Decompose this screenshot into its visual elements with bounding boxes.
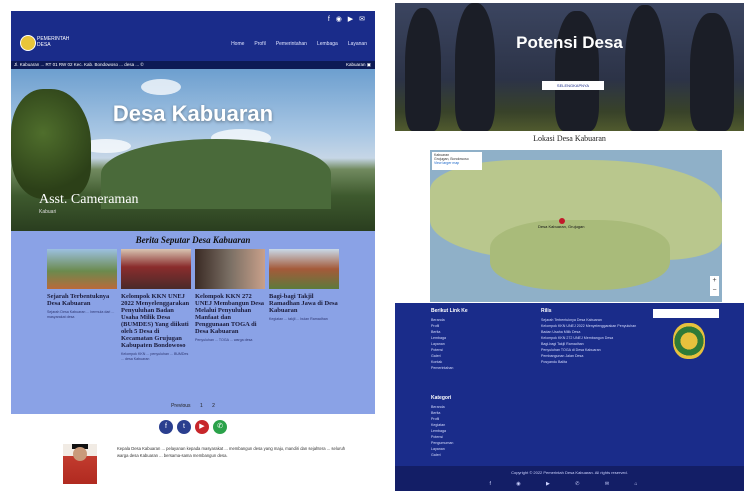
- nav-item-lembaga[interactable]: Lembaga: [317, 41, 338, 47]
- news-image[interactable]: [195, 249, 265, 289]
- news-card[interactable]: Kelompok KKN UNEJ 2022 Menyelenggarakan …: [121, 249, 191, 361]
- social-links: f t ▶ ✆: [159, 420, 227, 434]
- news-title[interactable]: Kelompok KKN UNEJ 2022 Menyelenggarakan …: [121, 293, 191, 349]
- footer-rilis-list: Sejarah Terbentuknya Desa Kabuaran Kelom…: [541, 317, 646, 365]
- map-larger-link[interactable]: View larger map: [434, 161, 480, 165]
- person-silhouette: [625, 5, 665, 131]
- news-heading: Berita Seputar Desa Kabuaran: [135, 235, 251, 245]
- copyright-social-icons[interactable]: f ◉ ▶ ✆ ✉ ⌂: [395, 481, 744, 487]
- face-shape: [73, 447, 87, 461]
- twitter-icon[interactable]: t: [177, 420, 191, 434]
- footer-links-title: Berikut Link Ke: [431, 308, 468, 314]
- ticker-text: Jl. Kabuaran ... RT 01 RW 02 Kec. Kab. B…: [14, 62, 144, 67]
- footer-link[interactable]: Pemerintahan: [431, 365, 453, 371]
- zoom-out-button[interactable]: −: [710, 286, 719, 296]
- footer-category-list: Beranda Berita Profil Kegiatan Lembaga P…: [431, 404, 453, 458]
- news-excerpt: Sejarah Desa Kabuaran ... bermula dari .…: [47, 310, 115, 319]
- news-title[interactable]: Bagi-bagi Takjil Ramadhan Jawa di Desa K…: [269, 293, 339, 314]
- footer-links-list: Beranda Profil Berita Lembaga Layanan Po…: [431, 317, 453, 371]
- whatsapp-icon[interactable]: ✆: [213, 420, 227, 434]
- hero-banner: Desa Kabuaran Asst. Cameraman Kabuari: [11, 69, 375, 231]
- potensi-more-button[interactable]: SELENGKAPNYA: [542, 81, 604, 90]
- hero-caption: Asst. Cameraman: [39, 192, 139, 207]
- nav-item-profil[interactable]: Profil: [254, 41, 265, 47]
- news-card[interactable]: Bagi-bagi Takjil Ramadhan Jawa di Desa K…: [269, 249, 339, 322]
- brand-line-2: DESA: [37, 42, 51, 48]
- village-logo-icon[interactable]: [20, 35, 36, 51]
- location-map[interactable]: Kabuaran Grujugan, Bondowoso View larger…: [430, 150, 722, 302]
- ticker-right: Kabuaran ▣: [345, 62, 371, 67]
- hero-title: Desa Kabuaran: [112, 101, 274, 126]
- site-brand[interactable]: PEMERINTAH DESA: [37, 36, 69, 48]
- pager-prev[interactable]: Previous: [171, 403, 190, 409]
- news-excerpt: Kelompok KKN ... penyuluhan ... BUMDes .…: [121, 352, 189, 361]
- person-silhouette: [455, 3, 495, 131]
- footer-category-title: Kategori: [431, 395, 452, 401]
- footer-rilis-item[interactable]: Posyandu Balita: [541, 359, 646, 365]
- top-social-icons[interactable]: f ◉ ▶ ✉: [328, 15, 367, 23]
- footer-rilis-title: Rilis: [541, 308, 552, 314]
- village-head-bio: Kepala Desa Kabuaran ... pelayanan kepad…: [117, 446, 346, 458]
- site-footer: Berikut Link Ke Beranda Profil Berita Le…: [395, 303, 744, 466]
- news-card[interactable]: Kelompok KKN 272 UNEJ Membangun Desa Mel…: [195, 249, 265, 343]
- copyright-text: Copyright © 2022 Pemerintah Desa Kabuara…: [511, 470, 628, 475]
- facebook-icon[interactable]: f: [159, 420, 173, 434]
- hero-caption-sub: Kabuari: [39, 209, 57, 215]
- footer-search-input[interactable]: [653, 309, 719, 318]
- map-pin-label: Desa Kabuaran, Grujugan: [538, 224, 585, 229]
- village-head-photo: [63, 444, 97, 484]
- map-info-box[interactable]: Kabuaran Grujugan, Bondowoso View larger…: [432, 152, 482, 170]
- map-zoom-control: + −: [710, 276, 719, 296]
- news-image[interactable]: [47, 249, 117, 289]
- news-image[interactable]: [121, 249, 191, 289]
- cloud-shape: [141, 79, 181, 95]
- land-shape: [490, 220, 670, 290]
- nav-item-home[interactable]: Home: [231, 41, 244, 47]
- news-card[interactable]: Sejarah Terbentuknya Desa Kabuaran Sejar…: [47, 249, 117, 319]
- home-page-screenshot: f ◉ ▶ ✉ PEMERINTAH DESA Home Profil Peme…: [11, 11, 375, 486]
- zoom-in-button[interactable]: +: [710, 276, 719, 286]
- potensi-title: Potensi Desa: [516, 33, 623, 52]
- news-image[interactable]: [269, 249, 339, 289]
- location-title: Lokasi Desa Kabuaran: [533, 134, 606, 143]
- copyright-bar: Copyright © 2022 Pemerintah Desa Kabuara…: [395, 466, 744, 491]
- regency-seal-icon: [673, 323, 705, 359]
- site-header: f ◉ ▶ ✉ PEMERINTAH DESA Home Profil Peme…: [11, 11, 375, 61]
- news-excerpt: Penyuluhan ... TOGA ... warga desa: [195, 338, 253, 342]
- pager-page[interactable]: 1: [200, 403, 203, 409]
- news-title[interactable]: Kelompok KKN 272 UNEJ Membangun Desa Mel…: [195, 293, 265, 335]
- footer-category-item[interactable]: Galeri: [431, 452, 453, 458]
- potensi-page-screenshot: Potensi Desa SELENGKAPNYA Lokasi Desa Ka…: [395, 3, 744, 491]
- nav-item-layanan[interactable]: Layanan: [348, 41, 367, 47]
- news-section: Berita Seputar Desa Kabuaran Sejarah Ter…: [11, 231, 375, 414]
- news-pagination: Previous 1 2: [11, 403, 375, 409]
- main-nav: Home Profil Pemerintahan Lembaga Layanan: [231, 41, 367, 47]
- person-silhouette: [405, 8, 441, 131]
- youtube-icon[interactable]: ▶: [195, 420, 209, 434]
- nav-item-pemerintahan[interactable]: Pemerintahan: [276, 41, 307, 47]
- news-excerpt: Kegiatan ... takjil ... bulan Ramadhan: [269, 317, 328, 321]
- person-silhouette: [555, 11, 599, 131]
- person-silhouette: [690, 13, 734, 131]
- potensi-hero: Potensi Desa SELENGKAPNYA: [395, 3, 744, 131]
- news-ticker: Jl. Kabuaran ... RT 01 RW 02 Kec. Kab. B…: [11, 61, 375, 69]
- pager-next[interactable]: 2: [212, 403, 215, 409]
- footer-rilis-item[interactable]: Kelompok KKN UNEJ 2022 Menyelenggarakan …: [541, 323, 646, 335]
- news-title[interactable]: Sejarah Terbentuknya Desa Kabuaran: [47, 293, 117, 307]
